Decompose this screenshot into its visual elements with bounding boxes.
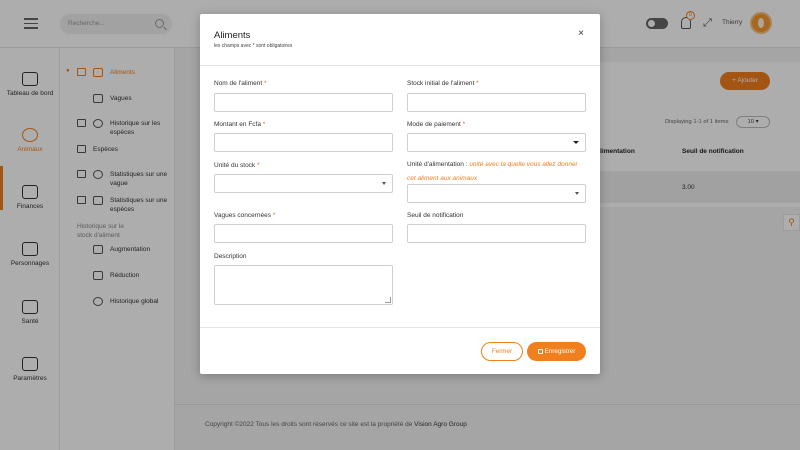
vagues-label: Vagues concernées * bbox=[214, 212, 275, 219]
required-mark: * bbox=[264, 80, 267, 87]
mode-paiement-label: Mode de paiement * bbox=[407, 121, 465, 128]
save-button[interactable]: Enregistrer bbox=[527, 342, 586, 361]
save-button-label: Enregistrer bbox=[544, 348, 576, 355]
close-icon[interactable]: × bbox=[576, 29, 586, 39]
unite-stock-label-text: Unité du stock bbox=[214, 162, 256, 169]
unite-stock-label: Unité du stock * bbox=[214, 162, 260, 169]
divider bbox=[200, 327, 600, 328]
description-label: Description bbox=[214, 253, 247, 260]
nom-label-text: Nom de l'aliment bbox=[214, 80, 263, 87]
montant-input[interactable] bbox=[214, 133, 393, 152]
nom-input[interactable] bbox=[214, 93, 393, 112]
required-mark: * bbox=[476, 80, 479, 87]
stock-initial-input[interactable] bbox=[407, 93, 586, 112]
required-mark: * bbox=[262, 121, 266, 128]
unite-alimentation-label: Unité d'alimentation : unité avec la que… bbox=[407, 161, 578, 168]
stock-initial-label: Stock initial de l'aliment * bbox=[407, 80, 479, 87]
unite-stock-select[interactable] bbox=[214, 174, 393, 193]
seuil-input[interactable] bbox=[407, 224, 586, 243]
required-mark: * bbox=[462, 121, 466, 128]
save-icon bbox=[537, 348, 543, 354]
montant-label-text: Montant en Fcfa bbox=[214, 121, 261, 128]
seuil-label: Seuil de notification bbox=[407, 212, 464, 219]
nom-label: Nom de l'aliment * bbox=[214, 80, 267, 87]
divider bbox=[200, 65, 600, 66]
aliments-modal: Aliments les champs avec * sont obligato… bbox=[200, 14, 600, 374]
mode-paiement-label-text: Mode de paiement bbox=[407, 121, 461, 128]
vagues-input[interactable] bbox=[214, 224, 393, 243]
required-mark: * bbox=[272, 212, 276, 219]
unite-alimentation-select[interactable] bbox=[407, 184, 586, 203]
mode-paiement-select[interactable] bbox=[407, 133, 586, 152]
montant-label: Montant en Fcfa * bbox=[214, 121, 265, 128]
modal-title: Aliments bbox=[214, 30, 251, 41]
required-mark: * bbox=[257, 162, 260, 169]
stock-initial-label-text: Stock initial de l'aliment bbox=[407, 80, 475, 87]
unite-alimentation-hint-2: cet aliment aux animaux bbox=[407, 175, 478, 182]
close-button[interactable]: Fermer bbox=[481, 342, 523, 361]
description-textarea[interactable] bbox=[214, 265, 393, 305]
modal-subtitle: les champs avec * sont obligatoires bbox=[214, 43, 293, 49]
vagues-label-text: Vagues concernées bbox=[214, 212, 271, 219]
unite-alimentation-hint: unité avec la quelle vous allez donner bbox=[469, 161, 578, 168]
unite-alimentation-label-text: Unité d'alimentation : bbox=[407, 161, 468, 168]
